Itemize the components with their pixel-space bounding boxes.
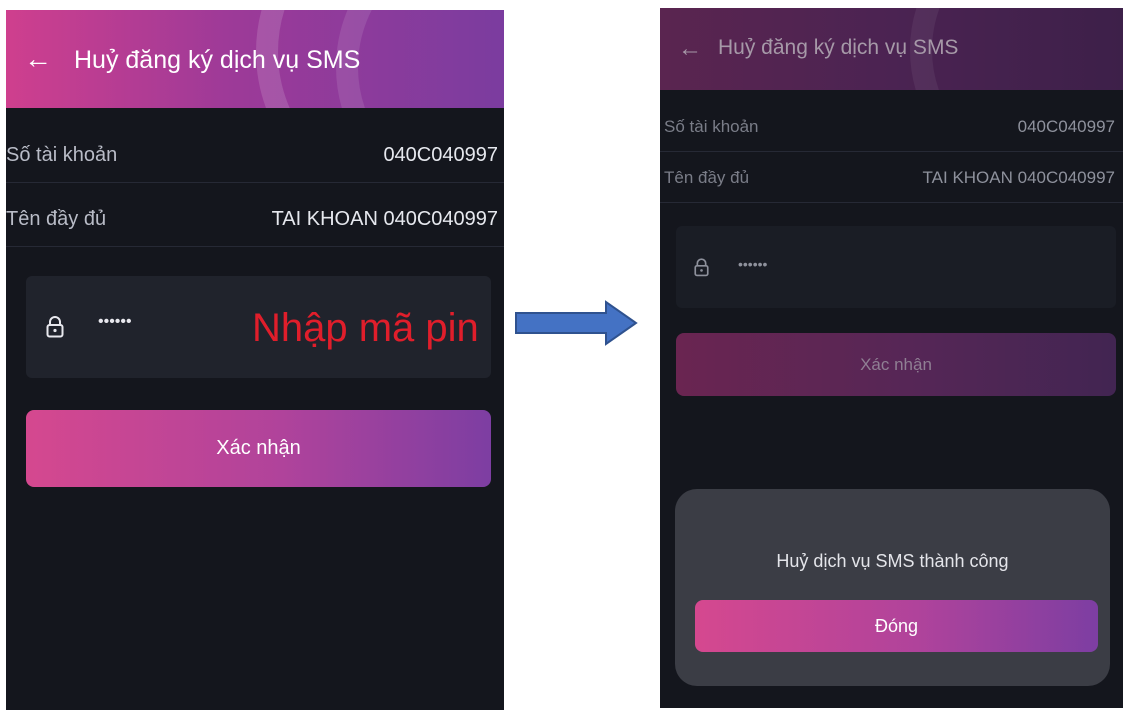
lock-icon: [46, 316, 64, 338]
pin-input[interactable]: ••••••: [676, 226, 1116, 308]
right-screen: ← Huỷ đăng ký dịch vụ SMS Số tài khoản 0…: [660, 8, 1123, 708]
page-title: Huỷ đăng ký dịch vụ SMS: [74, 46, 361, 74]
account-number-value: 040C040997: [383, 144, 498, 166]
account-number-row: Số tài khoản 040C040997: [660, 105, 1123, 152]
right-arrow-icon: [515, 300, 638, 346]
pin-hint-annotation: Nhập mã pin: [252, 306, 479, 350]
pin-masked-value: ••••••: [98, 313, 132, 330]
full-name-label: Tên đầy đủ: [6, 208, 107, 230]
header-decoration: [336, 10, 504, 108]
full-name-row: Tên đầy đủ TAI KHOAN 040C040997: [6, 196, 504, 247]
full-name-value: TAI KHOAN 040C040997: [271, 208, 498, 230]
pin-masked-value: ••••••: [738, 256, 768, 272]
arrow-left-icon[interactable]: ←: [678, 35, 702, 63]
lock-icon: [694, 258, 709, 277]
full-name-row: Tên đầy đủ TAI KHOAN 040C040997: [660, 156, 1123, 203]
confirm-button[interactable]: Xác nhận: [26, 410, 491, 487]
header: ← Huỷ đăng ký dịch vụ SMS: [660, 8, 1123, 90]
close-button[interactable]: Đóng: [695, 600, 1098, 652]
account-number-value: 040C040997: [1017, 117, 1115, 136]
pin-input[interactable]: •••••• Nhập mã pin: [26, 276, 491, 378]
page-title: Huỷ đăng ký dịch vụ SMS: [718, 36, 959, 59]
full-name-label: Tên đầy đủ: [664, 168, 750, 187]
confirm-button[interactable]: Xác nhận: [676, 333, 1116, 396]
full-name-value: TAI KHOAN 040C040997: [922, 168, 1115, 187]
success-dialog: Huỷ dịch vụ SMS thành công Đóng: [675, 489, 1110, 686]
left-screen: ← Huỷ đăng ký dịch vụ SMS Số tài khoản 0…: [6, 10, 504, 710]
account-number-row: Số tài khoản 040C040997: [6, 132, 504, 183]
account-number-label: Số tài khoản: [6, 144, 118, 166]
header: ← Huỷ đăng ký dịch vụ SMS: [6, 10, 504, 108]
account-number-label: Số tài khoản: [664, 117, 759, 136]
arrow-left-icon[interactable]: ←: [24, 45, 52, 73]
dialog-message: Huỷ dịch vụ SMS thành công: [776, 551, 1009, 571]
